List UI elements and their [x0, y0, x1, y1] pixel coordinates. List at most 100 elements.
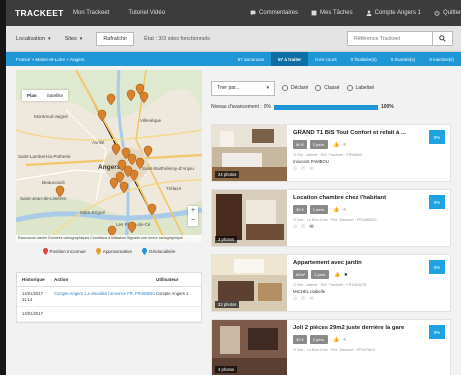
sites-state-text: État : 3/3 sites fonctionnels [144, 35, 210, 42]
listing-photo[interactable]: 22 photos [212, 255, 287, 311]
localisation-dropdown[interactable]: Localisation ▾ [16, 36, 51, 42]
map-pin-icon [141, 247, 147, 255]
listing-actions: ⊙ ✆ ✉ [293, 224, 424, 230]
top-navbar: TRACKEET Mon Trackeet Tutoriel Vidéo Com… [6, 0, 461, 26]
phone-icon[interactable]: ✆ [301, 224, 305, 230]
tab-inactive[interactable]: 0 inactive(s) [422, 52, 461, 66]
listing-actions: ⊙ ✆ ✉ [293, 296, 424, 302]
star-icon[interactable]: ★ [344, 272, 348, 278]
star-icon[interactable]: ★ [342, 207, 346, 213]
sort-label: Trier par... [217, 85, 240, 91]
star-icon[interactable]: ★ [342, 142, 346, 148]
account-link[interactable]: Compte Angers 1 [366, 10, 421, 16]
listing-meta: 40 € 2 pers. 👍 ★ [293, 335, 424, 344]
tab-to-process[interactable]: 57 à traiter [270, 52, 309, 66]
location-icon[interactable]: ⊙ [293, 166, 297, 172]
listing-meta: 80 € 2 pers. 👍 ★ [293, 140, 424, 149]
app-logo[interactable]: TRACKEET [6, 8, 66, 18]
listing-photo[interactable]: 3 photos [212, 190, 287, 246]
filter-classified[interactable]: Classé [315, 85, 340, 91]
map-type-toggle[interactable]: Plan Satellite [22, 90, 69, 101]
tab-discarded[interactable]: 0 écartée(s) [384, 52, 423, 66]
star-icon[interactable]: ★ [342, 337, 346, 343]
breadcrumb[interactable]: France » Maine-et-Loire » Angers [6, 57, 231, 62]
radio-circle[interactable] [346, 85, 353, 91]
radio-circle[interactable] [315, 85, 322, 91]
listing-status-icons: 👍 ★ [333, 207, 350, 213]
tasks-icon [311, 10, 317, 16]
listing-owner: Innocent PAMBOU [293, 159, 329, 164]
listing-photo[interactable]: 3 photos [212, 320, 287, 375]
listing-photo[interactable]: 24 photos [212, 125, 287, 181]
filter-declared[interactable]: Déclaré [282, 85, 308, 91]
listing-actions: ⊙ ✆ ✉ [293, 166, 424, 172]
refresh-button[interactable]: Rafraîchir [96, 31, 135, 46]
phone-icon[interactable]: ✆ [301, 166, 305, 172]
quit-link[interactable]: Quitter [434, 10, 461, 16]
radio-circle[interactable] [282, 85, 288, 91]
tasks-link[interactable]: Mes Tâches [311, 10, 353, 16]
listing-card[interactable]: 3 photos Joli 2 pièces 29m2 juste derriè… [211, 319, 451, 375]
zoom-in-button[interactable]: + [188, 206, 198, 216]
progress-badge: 0% [429, 325, 445, 339]
mail-icon[interactable]: ✉ [309, 166, 313, 172]
nav-video-tutorial[interactable]: Tutoriel Vidéo [128, 10, 165, 16]
mail-icon[interactable]: ✉ [309, 296, 313, 302]
search-icon [439, 35, 446, 42]
location-icon[interactable]: ⊙ [293, 224, 297, 230]
listing-title[interactable]: Location chambre chez l'habitant [293, 195, 424, 201]
mail-icon[interactable]: ✉ [309, 224, 313, 230]
thumb-icon[interactable]: 👍 [334, 272, 340, 278]
listing-title[interactable]: Appartement avec jardin [293, 260, 424, 266]
location-icon[interactable]: ⊙ [293, 296, 297, 302]
listing-body: Appartement avec jardin 60m² 2 pers. 👍 ★ … [293, 260, 424, 302]
quit-label: Quitter [442, 10, 461, 16]
price-badge: 40 € [293, 335, 307, 344]
history-action-link[interactable] [54, 311, 156, 317]
thumb-icon[interactable]: 👍 [333, 142, 339, 148]
filter-labelled[interactable]: Labelisé [346, 85, 375, 91]
sites-dropdown[interactable]: Sites ▾ [65, 36, 83, 42]
map-zoom-control[interactable]: + − [188, 206, 198, 226]
map-satellite-option[interactable]: Satellite [42, 90, 68, 101]
map-attribution[interactable]: Raccourcis clavier Données cartographiqu… [16, 235, 202, 242]
filter-labelled-label: Labelisé [355, 85, 375, 91]
thumb-icon[interactable]: 👍 [333, 337, 339, 343]
history-user: Compte Angers 1 [156, 291, 189, 296]
listing-reference: ⊙ Hor - Abrisé · Réf. Trackeet : FR18041… [293, 283, 367, 287]
legend-item: Position inconnue [42, 247, 86, 255]
history-action-link[interactable]: Compte Angers 1 a visualisé l'annonce FR… [54, 291, 156, 302]
tab-finalized[interactable]: 0 finalisée(s) [344, 52, 384, 66]
tab-in-progress[interactable]: 0 en cours [308, 52, 343, 66]
photo-count: 3 photos [215, 366, 238, 373]
listing-reference: ⊙ Hor - Le Bon Coin · Réf. Trackeet : FR… [293, 348, 375, 352]
listing-card[interactable]: 3 photos Location chambre chez l'habitan… [211, 189, 451, 247]
tab-announcements[interactable]: 57 annonces [231, 52, 271, 66]
history-user [156, 311, 196, 317]
map-plan-option[interactable]: Plan [22, 90, 42, 101]
search-button[interactable] [433, 31, 453, 46]
listing-card[interactable]: 22 photos Appartement avec jardin 60m² 2… [211, 254, 451, 312]
map-view[interactable]: Plan Satellite Montreuil-Juigné Villevêq… [16, 70, 202, 242]
account-label: Compte Angers 1 [374, 10, 421, 16]
listing-title[interactable]: Joli 2 pièces 29m2 juste derrière la gar… [293, 325, 424, 331]
comments-link[interactable]: Commentaires [250, 10, 298, 16]
listing-title[interactable]: GRAND T1 BIS Tout Confort et refait à ..… [293, 130, 424, 136]
sort-dropdown[interactable]: Trier par... ▾ [211, 80, 275, 96]
zoom-out-button[interactable]: − [188, 216, 198, 226]
comment-icon [250, 10, 256, 16]
localisation-label: Localisation [16, 35, 46, 42]
phone-icon[interactable]: ✆ [301, 296, 305, 302]
legend-item: Approximative [95, 247, 132, 255]
filter-bar: Localisation ▾ Sites ▾ Rafraîchir État :… [6, 26, 461, 52]
capacity-badge: 2 pers. [309, 335, 329, 344]
legend-label: Position inconnue [49, 248, 86, 254]
listing-meta: 30 € 1 pers. 👍 ★ [293, 205, 424, 214]
nav-my-trackeet[interactable]: Mon Trackeet [73, 10, 109, 16]
listing-cards: 24 photos GRAND T1 BIS Tout Confort et r… [211, 124, 451, 375]
reference-search-input[interactable] [347, 31, 433, 46]
listing-controls: Trier par... ▾ Déclaré Classé Labelisé [211, 80, 451, 96]
thumb-icon[interactable]: 👍 [333, 207, 339, 213]
chevron-down-icon: ▾ [266, 85, 269, 91]
listing-card[interactable]: 24 photos GRAND T1 BIS Tout Confort et r… [211, 124, 451, 182]
